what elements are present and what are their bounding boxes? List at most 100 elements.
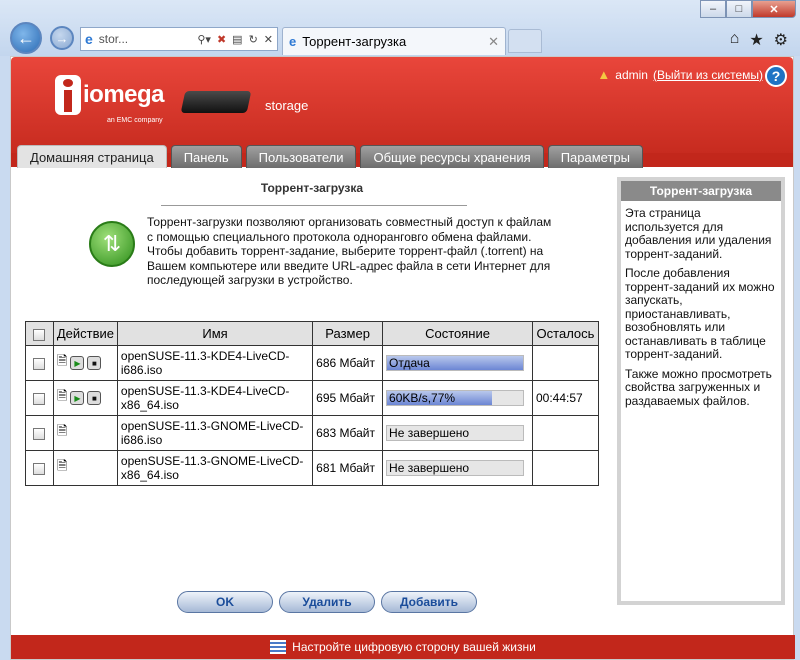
row-status-cell: Не завершено: [382, 450, 533, 486]
close-icon[interactable]: ✕: [264, 33, 273, 46]
row-status-cell: Отдача: [382, 345, 533, 381]
row-checkbox[interactable]: [33, 357, 46, 370]
close-window-button[interactable]: ✕: [752, 0, 796, 18]
row-select-cell: [25, 380, 54, 416]
add-button[interactable]: Добавить: [381, 591, 477, 613]
ok-button[interactable]: OK: [177, 591, 273, 613]
device-image: [180, 91, 252, 113]
document-icon[interactable]: 🗎: [57, 457, 67, 479]
logo-subtext: an EMC company: [107, 117, 163, 124]
sidebar-title: Торрент-загрузка: [621, 181, 781, 201]
row-select-cell: [25, 450, 54, 486]
col-action: Действие: [52, 321, 118, 346]
page-header: ▲ admin (Выйти из системы) ? iomega an E…: [11, 57, 793, 168]
col-status: Состояние: [382, 321, 533, 346]
torrent-icon: ⇅: [89, 221, 135, 267]
title-divider: [161, 205, 467, 206]
document-icon[interactable]: 🗎: [57, 422, 67, 444]
table-row[interactable]: 🗎 openSUSE-11.3-GNOME-LiveCD-x86_64.iso …: [25, 450, 599, 486]
tab-home[interactable]: Домашняя страница: [17, 145, 167, 168]
table-row[interactable]: 🗎 ▶ ■ openSUSE-11.3-KDE4-LiveCD-i686.iso 6…: [25, 345, 599, 381]
play-icon[interactable]: ▶: [70, 391, 85, 405]
refresh-icon[interactable]: ↻: [249, 33, 258, 46]
row-status-cell: 60KB/s,77%: [382, 380, 533, 416]
window-controls: – □ ✕: [700, 0, 796, 18]
page-footer: Настройте цифровую сторону вашей жизни: [11, 635, 795, 659]
logo-mark-icon: [55, 75, 81, 115]
col-size: Размер: [312, 321, 384, 346]
maximize-button[interactable]: □: [726, 0, 752, 18]
forward-button[interactable]: →: [50, 26, 74, 50]
address-url: stor...: [98, 32, 129, 46]
intro-block: ⇅ Торрент-загрузки позволяют организоват…: [89, 215, 559, 288]
footer-icon: [270, 640, 287, 654]
row-size: 686 Мбайт: [312, 345, 384, 381]
stop-icon[interactable]: ✖: [217, 33, 226, 46]
user-box: ▲ admin (Выйти из системы): [597, 67, 763, 82]
tab-close-icon[interactable]: ✕: [488, 34, 499, 50]
row-actions: 🗎: [52, 450, 118, 486]
browser-tab[interactable]: e Торрент-загрузка ✕: [282, 27, 506, 55]
logout-link[interactable]: (Выйти из системы): [653, 68, 763, 82]
ie-icon: e: [85, 31, 93, 47]
username: admin: [615, 67, 648, 82]
content-area: Торрент-загрузка ⇅ Торрент-загрузки позв…: [11, 167, 793, 637]
delete-button[interactable]: Удалить: [279, 591, 375, 613]
table-row[interactable]: 🗎 openSUSE-11.3-GNOME-LiveCD-i686.iso 68…: [25, 415, 599, 451]
row-name: openSUSE-11.3-KDE4-LiveCD-i686.iso: [116, 345, 314, 381]
stop-icon[interactable]: ■: [87, 391, 102, 405]
browser-tools: ⌂ ★ ⚙: [730, 30, 788, 50]
row-remaining: [532, 415, 599, 451]
stop-icon[interactable]: ■: [87, 356, 102, 370]
document-icon[interactable]: 🗎: [57, 352, 67, 374]
home-icon[interactable]: ⌂: [730, 30, 740, 50]
document-icon[interactable]: 🗎: [57, 387, 67, 409]
tab-users[interactable]: Пользователи: [245, 145, 357, 168]
sidebar-text-2: После добавления торрент-заданий их можн…: [625, 266, 775, 361]
tab-shares[interactable]: Общие ресурсы хранения: [360, 145, 544, 168]
address-bar[interactable]: e stor... ⚲▾ ✖ ▤ ↻ ✕: [80, 27, 278, 51]
tab-dashboard[interactable]: Панель: [170, 145, 242, 168]
table-header: Действие Имя Размер Состояние Осталось: [25, 321, 599, 346]
status-label: Отдача: [389, 356, 430, 370]
status-label: 60KB/s,77%: [389, 391, 456, 405]
help-icon[interactable]: ?: [765, 65, 787, 87]
settings-gear-icon[interactable]: ⚙: [774, 30, 788, 50]
search-icon[interactable]: ⚲▾: [197, 33, 211, 46]
select-all-checkbox[interactable]: [33, 328, 46, 341]
select-all-cell: [25, 321, 54, 346]
tab-settings[interactable]: Параметры: [547, 145, 643, 168]
row-size: 695 Мбайт: [312, 380, 384, 416]
progress-bar: Отдача: [386, 355, 525, 371]
device-name: storage: [265, 98, 309, 113]
tab-title: Торрент-загрузка: [302, 34, 407, 49]
row-remaining: [532, 345, 599, 381]
status-label: Не завершено: [389, 426, 470, 440]
status-label: Не завершено: [389, 461, 470, 475]
progress-bar: Не завершено: [386, 460, 525, 476]
table-row[interactable]: 🗎 ▶ ■ openSUSE-11.3-KDE4-LiveCD-x86_64.iso…: [25, 380, 599, 416]
minimize-button[interactable]: –: [700, 0, 726, 18]
iomega-logo: iomega an EMC company: [55, 75, 165, 124]
col-remaining: Осталось: [532, 321, 599, 346]
row-checkbox[interactable]: [33, 392, 46, 405]
row-checkbox[interactable]: [33, 462, 46, 475]
row-actions: 🗎 ▶ ■: [52, 380, 118, 416]
new-tab-button[interactable]: [508, 29, 542, 53]
favorites-icon[interactable]: ★: [749, 30, 763, 50]
row-select-cell: [25, 345, 54, 381]
browser-chrome: – □ ✕ ← → e stor... ⚲▾ ✖ ▤ ↻ ✕ e Торрент…: [0, 0, 800, 56]
row-remaining: 00:44:57: [532, 380, 599, 416]
user-icon: ▲: [597, 67, 611, 82]
row-checkbox[interactable]: [33, 427, 46, 440]
nav-tabs: Домашняя страница Панель Пользователи Об…: [17, 145, 643, 168]
row-actions: 🗎: [52, 415, 118, 451]
sidebar-text-3: Также можно просмотреть свойства загруже…: [625, 366, 772, 408]
row-select-cell: [25, 415, 54, 451]
col-name: Имя: [116, 321, 314, 346]
compat-icon[interactable]: ▤: [232, 33, 242, 46]
logo-text: iomega: [83, 81, 165, 108]
play-icon[interactable]: ▶: [70, 356, 85, 370]
row-name: openSUSE-11.3-GNOME-LiveCD-x86_64.iso: [116, 450, 314, 486]
back-button[interactable]: ←: [10, 22, 42, 54]
